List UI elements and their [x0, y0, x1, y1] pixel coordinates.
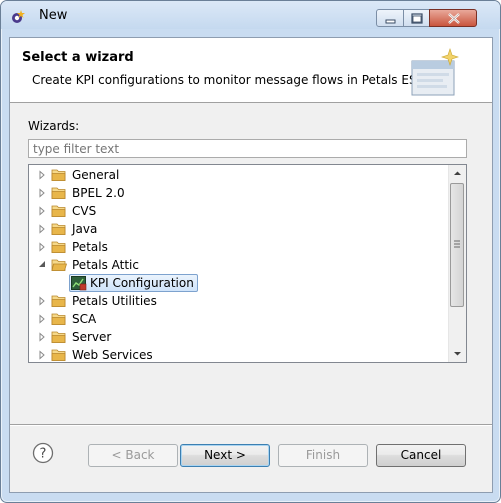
scroll-down-icon[interactable] [449, 345, 466, 362]
scrollbar-thumb[interactable] [450, 183, 464, 307]
tree-folder-item[interactable]: General [37, 166, 119, 184]
back-button[interactable]: < Back [88, 444, 178, 467]
expand-arrow-icon[interactable] [37, 170, 47, 180]
expand-arrow-icon[interactable] [37, 188, 47, 198]
tree-folder-item[interactable]: Petals [37, 238, 108, 256]
tree-item-label: BPEL 2.0 [72, 186, 125, 200]
tree-child-item[interactable]: KPI Configuration [69, 274, 198, 292]
next-button[interactable]: Next > [180, 444, 270, 467]
wizard-tree[interactable]: General BPEL 2.0 CVS Java Petals Petals Attic… [28, 164, 467, 363]
folder-icon [51, 295, 66, 307]
minimize-icon [385, 19, 396, 24]
expand-arrow-icon[interactable] [37, 314, 47, 324]
selected-highlight[interactable]: KPI Configuration [69, 274, 198, 292]
expand-arrow-icon[interactable] [37, 332, 47, 342]
scroll-up-icon[interactable] [449, 165, 466, 182]
tree-item-label: Petals Utilities [72, 294, 157, 308]
tree-item-label: Java [72, 222, 98, 236]
folder-icon [51, 313, 66, 325]
expand-arrow-icon[interactable] [37, 350, 47, 360]
tree-item-label: CVS [72, 204, 97, 218]
expand-arrow-icon[interactable] [37, 224, 47, 234]
tree-folder-item[interactable]: Petals Attic [37, 256, 139, 274]
wizard-header: Select a wizard Create KPI configuration… [10, 38, 492, 103]
folder-icon [51, 331, 66, 343]
folder-icon [51, 205, 66, 217]
tree-folder-item[interactable]: Java [37, 220, 97, 238]
folder-icon [51, 223, 66, 235]
tree-item-label: Server [72, 330, 112, 344]
filter-input[interactable] [28, 139, 467, 158]
cancel-button[interactable]: Cancel [376, 444, 466, 467]
collapse-arrow-icon[interactable] [37, 260, 47, 270]
folder-icon [51, 169, 66, 181]
close-button[interactable] [429, 9, 477, 27]
open-folder-icon [51, 259, 67, 271]
tree-item-label: Web Services [72, 348, 153, 362]
window-title: New [39, 8, 68, 23]
tree-item-label: General [72, 168, 120, 182]
expand-arrow-icon[interactable] [37, 242, 47, 252]
tree-folder-item[interactable]: SCA [37, 310, 96, 328]
banner-description: Create KPI configurations to monitor mes… [32, 73, 425, 87]
folder-icon [51, 241, 66, 253]
wizards-label: Wizards: [28, 119, 80, 133]
tree-folder-item[interactable]: Server [37, 328, 111, 346]
finish-button[interactable]: Finish [278, 444, 368, 467]
dialog-content: Select a wizard Create KPI configuration… [9, 37, 493, 493]
tree-item-label: KPI Configuration [90, 276, 194, 290]
help-icon[interactable]: ? [32, 442, 54, 464]
banner-title: Select a wizard [22, 50, 134, 65]
tree-folder-item[interactable]: BPEL 2.0 [37, 184, 125, 202]
expand-arrow-icon[interactable] [37, 296, 47, 306]
minimize-button[interactable] [376, 9, 404, 27]
folder-icon [51, 349, 66, 361]
grip-icon [454, 240, 460, 248]
maximize-button[interactable] [403, 9, 430, 27]
svg-text:?: ? [40, 447, 47, 462]
eclipse-new-icon [12, 10, 25, 23]
vertical-scrollbar[interactable] [448, 165, 466, 362]
button-bar-separator [10, 424, 492, 426]
wizard-window: New Select a wizard Create KPI configura… [0, 0, 501, 503]
tree-item-label: SCA [72, 312, 97, 326]
maximize-icon [411, 13, 423, 24]
tree-folder-item[interactable]: Petals Utilities [37, 292, 157, 310]
folder-icon [51, 187, 66, 199]
tree-folder-item[interactable]: CVS [37, 202, 96, 220]
tree-item-label: Petals [72, 240, 108, 254]
tree-folder-item[interactable]: Web Services [37, 346, 153, 362]
title-bar[interactable]: New [1, 1, 500, 29]
kpi-configuration-icon [71, 276, 87, 291]
expand-arrow-icon[interactable] [37, 206, 47, 216]
tree-item-label: Petals Attic [72, 258, 139, 272]
close-icon [448, 13, 460, 24]
new-wizard-icon [411, 48, 459, 96]
